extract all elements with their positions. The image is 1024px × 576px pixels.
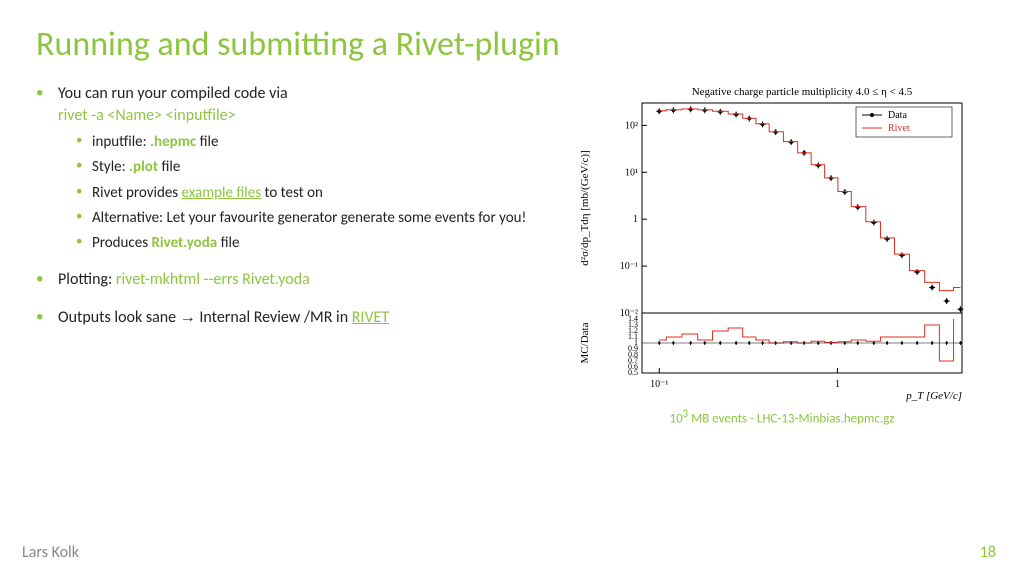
svg-text:10¹: 10¹: [625, 167, 638, 178]
chart-figure: Negative charge particle multiplicity 4.…: [572, 83, 992, 403]
arrow-icon: →: [180, 309, 196, 326]
bullet-outputs: Outputs look sane → Internal Review /MR …: [36, 307, 546, 329]
caption-pre: 10: [669, 411, 682, 426]
svg-text:Negative charge particle multi: Negative charge particle multiplicity 4.…: [692, 86, 913, 98]
example-post: to test on: [261, 184, 323, 202]
example-link[interactable]: example files: [182, 184, 262, 202]
sub-example: Rivet provides example files to test on: [58, 183, 546, 203]
inputfile-pre: inputfile:: [92, 133, 150, 151]
caption-post: MB events - LHC-13-Minbias.hepmc.gz: [688, 411, 894, 426]
svg-text:1: 1: [835, 379, 840, 390]
svg-text:10²: 10²: [625, 120, 638, 131]
bullet-list: You can run your compiled code via rivet…: [36, 83, 546, 329]
outputs-mid: Internal Review /MR in: [196, 308, 352, 327]
sub-produces: Produces Rivet.yoda file: [58, 233, 546, 253]
produces-post: file: [217, 234, 239, 252]
style-pre: Style:: [92, 158, 129, 176]
chart-caption: 103 MB events - LHC-13-Minbias.hepmc.gz: [669, 407, 894, 426]
sub-list: inputfile: .hepmc file Style: .plot file…: [58, 132, 546, 253]
bullet-plotting: Plotting: rivet-mkhtml --errs Rivet.yoda: [36, 269, 546, 291]
run-command: rivet -a <Name> <inputfile>: [58, 106, 236, 125]
style-post: file: [158, 158, 180, 176]
example-pre: Rivet provides: [92, 184, 182, 202]
svg-text:1: 1: [633, 214, 638, 225]
bullet-run: You can run your compiled code via rivet…: [36, 83, 546, 253]
rivet-link[interactable]: RIVET: [352, 308, 389, 327]
sub-inputfile: inputfile: .hepmc file: [58, 132, 546, 152]
footer-author: Lars Kolk: [22, 543, 79, 562]
svg-text:1.4: 1.4: [628, 314, 638, 323]
svg-text:10⁻¹: 10⁻¹: [620, 261, 638, 272]
svg-text:d²σ/dp_Tdη [mb/(GeV/c)]: d²σ/dp_Tdη [mb/(GeV/c)]: [579, 150, 591, 265]
plotting-cmd: rivet-mkhtml --errs Rivet.yoda: [116, 270, 310, 289]
sub-style: Style: .plot file: [58, 157, 546, 177]
svg-text:p_T [GeV/c]: p_T [GeV/c]: [905, 390, 962, 402]
inputfile-ext: .hepmc: [150, 133, 196, 151]
inputfile-post: file: [196, 133, 218, 151]
svg-text:Data: Data: [888, 110, 907, 121]
slide-title: Running and submitting a Rivet-plugin: [0, 0, 1024, 65]
run-intro-text: You can run your compiled code via: [58, 84, 288, 103]
content-area: You can run your compiled code via rivet…: [0, 65, 1024, 426]
sub-alternative: Alternative: Let your favourite generato…: [58, 208, 546, 228]
produces-pre: Produces: [92, 234, 151, 252]
right-column: Negative charge particle multiplicity 4.…: [556, 83, 1008, 426]
outputs-pre: Outputs look sane: [58, 308, 180, 327]
style-ext: .plot: [129, 158, 158, 176]
produces-file: Rivet.yoda: [151, 234, 217, 252]
left-column: You can run your compiled code via rivet…: [36, 83, 546, 426]
plotting-pre: Plotting:: [58, 270, 116, 289]
svg-text:Rivet: Rivet: [888, 123, 910, 134]
svg-text:10⁻¹: 10⁻¹: [650, 379, 668, 390]
footer-page-number: 18: [980, 543, 996, 562]
svg-text:MC/Data: MC/Data: [579, 322, 591, 363]
